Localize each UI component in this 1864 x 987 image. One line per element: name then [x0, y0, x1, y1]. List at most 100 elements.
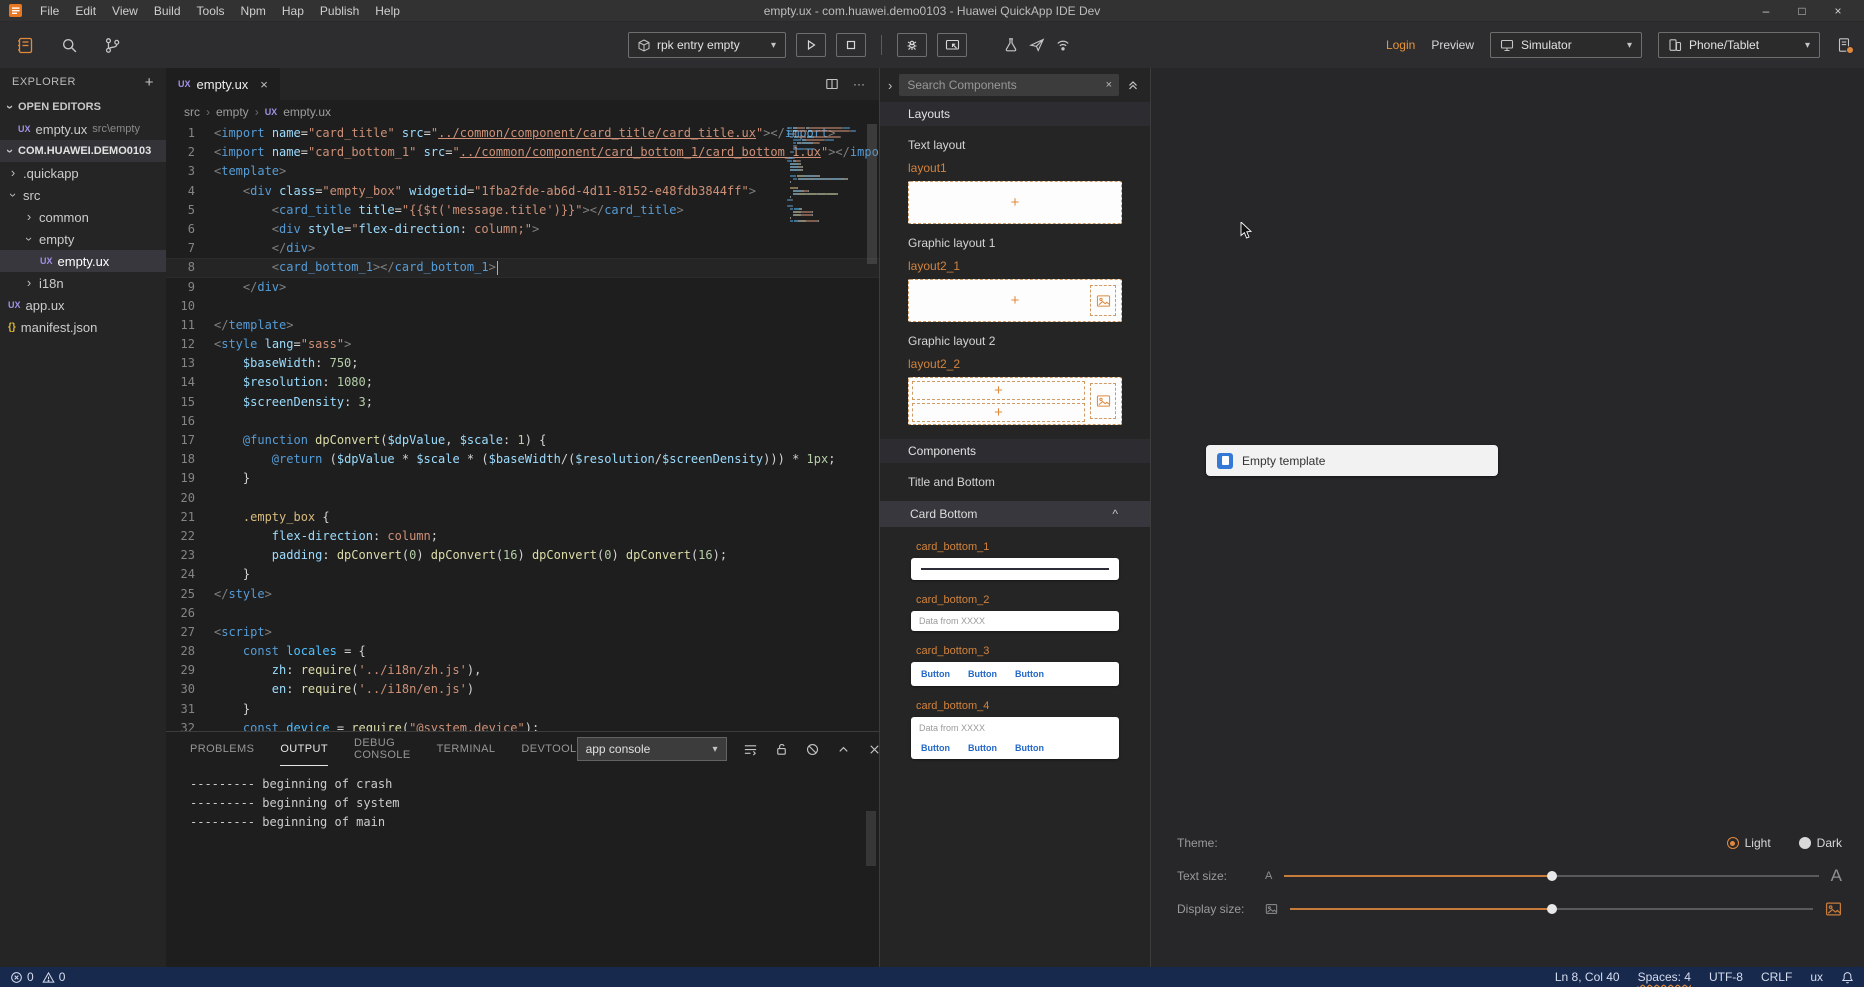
- code-line-8[interactable]: 8 <card_bottom_1></card_bottom_1>: [166, 258, 879, 277]
- theme-light-radio[interactable]: [1726, 837, 1739, 849]
- simulator-dropdown[interactable]: Simulator ▾: [1490, 32, 1642, 58]
- code-line-4[interactable]: 4 <div class="empty_box" widgetid="1fba2…: [166, 182, 879, 201]
- debug-button[interactable]: [897, 33, 927, 57]
- code-line-14[interactable]: 14 $resolution: 1080;: [166, 373, 879, 392]
- git-branch-icon[interactable]: [104, 37, 121, 54]
- device-type-dropdown[interactable]: Phone/Tablet ▾: [1658, 32, 1820, 58]
- code-editor[interactable]: 1 <import name="card_title" src="../commo…: [166, 124, 879, 731]
- text-size-slider[interactable]: [1284, 871, 1819, 881]
- code-line-6[interactable]: 6 <div style="flex-direction: column;">: [166, 220, 879, 239]
- card-bottom-2-preview[interactable]: Data from XXXX: [911, 611, 1119, 631]
- layout2-2-preview[interactable]: + +: [908, 377, 1122, 425]
- slider-knob[interactable]: [1546, 871, 1557, 881]
- panel-tab-problems[interactable]: PROBLEMS: [190, 732, 254, 766]
- close-button[interactable]: ×: [1820, 0, 1856, 21]
- inspect-button[interactable]: [937, 33, 967, 57]
- word-wrap-icon[interactable]: [743, 742, 758, 757]
- run-target-dropdown[interactable]: rpk entry empty ▾: [628, 32, 786, 58]
- indentation-indicator[interactable]: Spaces: 4: [1638, 970, 1691, 984]
- code-line-23[interactable]: 23 padding: dpConvert(0) dpConvert(16) d…: [166, 546, 879, 565]
- output-console[interactable]: --------- beginning of crash --------- be…: [166, 766, 879, 967]
- breadcrumb-folder[interactable]: empty: [216, 105, 249, 119]
- menu-publish[interactable]: Publish: [312, 2, 367, 20]
- code-line-2[interactable]: 2 <import name="card_bottom_1" src="../co…: [166, 143, 879, 162]
- item-label-layout1[interactable]: layout1: [908, 161, 1122, 175]
- menu-edit[interactable]: Edit: [67, 2, 104, 20]
- minimize-button[interactable]: –: [1748, 0, 1784, 21]
- clear-search-icon[interactable]: ×: [1106, 79, 1112, 91]
- code-line-24[interactable]: 24 }: [166, 565, 879, 584]
- slider-knob[interactable]: [1546, 904, 1557, 914]
- card-bottom-2-label[interactable]: card_bottom_2: [908, 594, 1122, 606]
- code-line-25[interactable]: 25 </style>: [166, 585, 879, 604]
- card-bottom-1-label[interactable]: card_bottom_1: [908, 541, 1122, 553]
- new-file-button[interactable]: +: [145, 74, 154, 91]
- split-editor-icon[interactable]: [825, 77, 839, 91]
- components-search-box[interactable]: ×: [899, 74, 1119, 96]
- theme-dark-radio[interactable]: [1798, 837, 1811, 849]
- panel-tab-devtool[interactable]: DEVTOOL: [521, 732, 576, 766]
- explorer-item-src[interactable]: › src: [0, 184, 166, 206]
- code-line-7[interactable]: 7 </div>: [166, 239, 879, 258]
- menu-build[interactable]: Build: [146, 2, 189, 20]
- code-line-16[interactable]: 16: [166, 412, 879, 431]
- code-line-12[interactable]: 12 <style lang="sass">: [166, 335, 879, 354]
- code-line-5[interactable]: 5 <card_title title="{{$t('message.title…: [166, 201, 879, 220]
- code-line-19[interactable]: 19 }: [166, 469, 879, 488]
- encoding-indicator[interactable]: UTF-8: [1709, 970, 1743, 984]
- theme-dark-label[interactable]: Dark: [1817, 836, 1842, 850]
- explorer-item-empty-ux[interactable]: UX empty.ux: [0, 250, 166, 272]
- card-bottom-1-preview[interactable]: [911, 558, 1119, 580]
- minimap[interactable]: [787, 127, 861, 223]
- code-line-21[interactable]: 21 .empty_box {: [166, 508, 879, 527]
- explorer-item--quickapp[interactable]: › .quickapp: [0, 162, 166, 184]
- scrollbar-thumb[interactable]: [867, 124, 877, 264]
- code-line-13[interactable]: 13 $baseWidth: 750;: [166, 354, 879, 373]
- menu-tools[interactable]: Tools: [189, 2, 233, 20]
- panel-maximize-icon[interactable]: [836, 742, 851, 757]
- menu-npm[interactable]: Npm: [233, 2, 274, 20]
- code-line-9[interactable]: 9 </div>: [166, 278, 879, 297]
- card-bottom-3-label[interactable]: card_bottom_3: [908, 645, 1122, 657]
- code-line-10[interactable]: 10: [166, 297, 879, 316]
- code-line-1[interactable]: 1 <import name="card_title" src="../commo…: [166, 124, 879, 143]
- run-button[interactable]: [796, 33, 826, 57]
- panel-tab-terminal[interactable]: TERMINAL: [437, 732, 496, 766]
- panel-tab-output[interactable]: OUTPUT: [280, 732, 328, 766]
- code-line-31[interactable]: 31 }: [166, 700, 879, 719]
- code-line-28[interactable]: 28 const locales = {: [166, 642, 879, 661]
- layout1-preview[interactable]: +: [908, 181, 1122, 224]
- menu-file[interactable]: File: [32, 2, 67, 20]
- search-components-input[interactable]: [907, 78, 1106, 92]
- unlock-icon[interactable]: [774, 742, 789, 757]
- notifications-bell-icon[interactable]: [1841, 971, 1854, 984]
- editor-scrollbar[interactable]: [865, 124, 879, 731]
- stop-button[interactable]: [836, 33, 866, 57]
- code-line-11[interactable]: 11 </template>: [166, 316, 879, 335]
- project-notebook-icon[interactable]: [16, 36, 35, 55]
- problems-indicator[interactable]: 0 0: [10, 970, 65, 984]
- theme-light-label[interactable]: Light: [1745, 836, 1771, 850]
- code-line-29[interactable]: 29 zh: require('../i18n/zh.js'),: [166, 661, 879, 680]
- project-root[interactable]: › COM.HUAWEI.DEMO0103: [0, 140, 166, 162]
- maximize-button[interactable]: □: [1784, 0, 1820, 21]
- flask-icon[interactable]: [1003, 37, 1019, 53]
- output-scrollbar-thumb[interactable]: [866, 811, 876, 866]
- output-channel-dropdown[interactable]: app console ▾: [576, 737, 727, 761]
- layout2-1-preview[interactable]: +: [908, 279, 1122, 322]
- explorer-item-common[interactable]: › common: [0, 206, 166, 228]
- tab-empty-ux[interactable]: UX empty.ux ×: [166, 68, 280, 100]
- code-line-32[interactable]: 32 const device = require("@system.devic…: [166, 719, 879, 731]
- notifications-icon[interactable]: [1836, 37, 1854, 54]
- menu-hap[interactable]: Hap: [274, 2, 312, 20]
- panel-close-icon[interactable]: [867, 742, 882, 757]
- code-line-3[interactable]: 3 <template>: [166, 162, 879, 181]
- explorer-item-manifest-json[interactable]: {} manifest.json: [0, 316, 166, 338]
- panel-tab-debug-console[interactable]: DEBUG CONSOLE: [354, 732, 411, 766]
- eol-indicator[interactable]: CRLF: [1761, 970, 1792, 984]
- empty-template-card[interactable]: Empty template: [1206, 445, 1498, 476]
- code-line-20[interactable]: 20: [166, 489, 879, 508]
- code-line-22[interactable]: 22 flex-direction: column;: [166, 527, 879, 546]
- preview-link[interactable]: Preview: [1431, 38, 1474, 52]
- send-icon[interactable]: [1029, 37, 1045, 53]
